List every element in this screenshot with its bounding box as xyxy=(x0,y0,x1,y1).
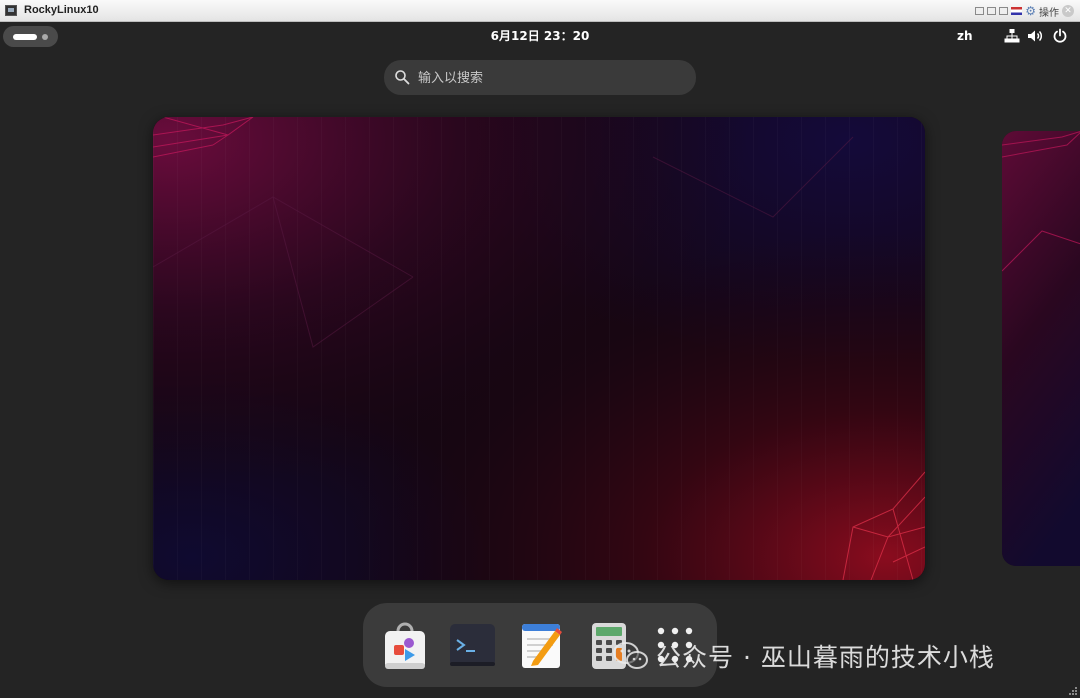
vm-window-icon xyxy=(5,5,17,16)
keyboard-flag-icon[interactable] xyxy=(1011,7,1023,15)
gear-icon[interactable]: ⚙ xyxy=(1025,5,1036,17)
vm-window-title: RockyLinux10 xyxy=(24,4,99,16)
watermark: 公众号 · 巫山暮雨的技术小栈 xyxy=(612,636,995,676)
vm-controls: ⚙ 操作 ✕ xyxy=(975,3,1074,19)
software-bag-icon xyxy=(385,622,425,669)
workspace-indicator xyxy=(42,34,48,40)
vm-screen-icon[interactable] xyxy=(975,7,985,15)
close-icon[interactable]: ✕ xyxy=(1062,5,1074,17)
resize-grip-icon[interactable] xyxy=(1068,686,1078,696)
network-wired-icon[interactable] xyxy=(1004,28,1020,44)
wallpaper-next xyxy=(1002,131,1080,566)
dash-terminal[interactable] xyxy=(447,619,499,671)
search-box[interactable] xyxy=(384,60,696,97)
power-icon[interactable] xyxy=(1052,28,1068,44)
input-method-button[interactable]: zh xyxy=(957,27,973,45)
dash-text-editor[interactable] xyxy=(515,619,567,671)
watermark-text: 公众号 · 巫山暮雨的技术小栈 xyxy=(656,643,995,672)
workspace-thumbnail-next[interactable] xyxy=(1002,131,1080,566)
activities-button[interactable] xyxy=(3,26,58,47)
top-panel: 6月12日 23：20 zh xyxy=(0,22,1080,50)
clock-button[interactable]: 6月12日 23：20 xyxy=(440,27,640,45)
vm-titlebar: RockyLinux10 ⚙ 操作 ✕ xyxy=(0,0,1080,22)
workspace-active-indicator xyxy=(13,34,37,40)
search-icon xyxy=(395,70,410,85)
text-editor-icon xyxy=(522,624,562,668)
dash-software-center[interactable] xyxy=(379,619,431,671)
wechat-icon xyxy=(613,642,648,669)
workspace-thumbnail-active[interactable] xyxy=(153,117,925,580)
search-input[interactable] xyxy=(416,60,690,97)
wallpaper xyxy=(153,117,925,580)
vm-window-icon-2[interactable] xyxy=(987,7,997,15)
terminal-icon xyxy=(450,624,495,666)
vm-menu-button[interactable]: 操作 xyxy=(1039,4,1059,19)
volume-icon[interactable] xyxy=(1027,28,1043,44)
vm-fullscreen-icon[interactable] xyxy=(999,7,1009,15)
